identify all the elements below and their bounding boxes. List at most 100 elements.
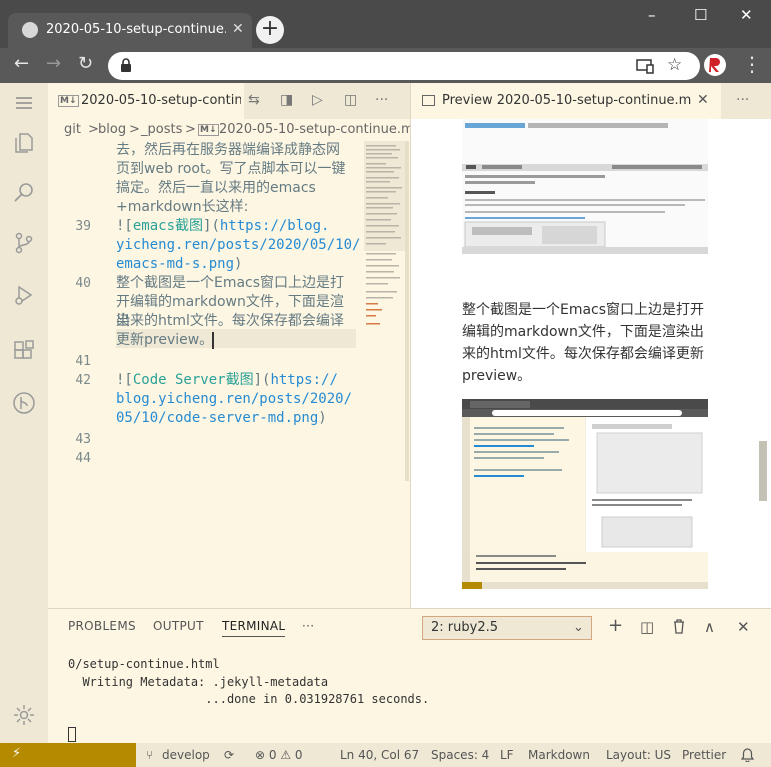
code-token: yicheng.ren/posts/2020/05/10/: [116, 237, 361, 253]
open-changes-icon[interactable]: ⇆: [248, 92, 266, 110]
git-branch-status[interactable]: develop: [162, 748, 210, 762]
breadcrumb: git > blog > _posts > M↓ 2020-05-10-setu…: [48, 119, 410, 141]
forward-button[interactable]: →: [46, 53, 61, 74]
line-number: 43: [75, 432, 91, 447]
breadcrumb-item[interactable]: 2020-05-10-setup-continue.md: [219, 122, 410, 137]
code-token: emacs截图: [132, 218, 204, 234]
close-window-button[interactable]: ✕: [740, 6, 753, 24]
code-token: ): [234, 256, 243, 272]
terminal-select[interactable]: 2: ruby2.5 ⌄: [422, 616, 592, 640]
minimap[interactable]: [364, 141, 406, 481]
lock-icon: [121, 58, 131, 72]
breadcrumb-separator: >: [185, 122, 196, 137]
line-text: blog.yicheng.ren/posts/2020/: [116, 390, 356, 409]
remote-indicator[interactable]: ⚡: [0, 743, 136, 767]
code-token: 去，然后再在服务器端编译成静态网: [116, 142, 340, 158]
tab-output[interactable]: OUTPUT: [153, 619, 204, 633]
markdown-preview[interactable]: 整个截图是一个Emacs窗口上边是打开编辑的markdown文件，下面是渲染出来…: [411, 119, 771, 608]
line-text: 整个截图是一个Emacs窗口上边是打: [116, 274, 356, 293]
line-number: 41: [75, 354, 91, 369]
git-graph-icon[interactable]: [12, 391, 36, 415]
code-token: 搞定。然后一直以来用的emacs: [116, 180, 316, 196]
preview-more-actions-icon[interactable]: ···: [736, 92, 749, 108]
code-area[interactable]: 去，然后再在服务器端编译成静态网 页到web root。写了点脚本可以一键 搞定。然…: [48, 141, 410, 608]
preview-scrollbar[interactable]: [759, 441, 767, 501]
sync-icon[interactable]: ⟳: [224, 748, 234, 762]
panel-more-icon[interactable]: ···: [302, 619, 314, 633]
preview-tab-bar: Preview 2020-05-10-setup-continue.md ✕ ·…: [411, 83, 771, 119]
code-token: ](: [253, 372, 271, 388]
menu-icon[interactable]: [12, 91, 36, 115]
browser-toolbar: ← → ↻ ☆ ⋮: [0, 48, 771, 83]
bell-icon[interactable]: [741, 748, 754, 762]
code-token: emacs-md-s.png: [116, 256, 235, 272]
extension-icon[interactable]: [703, 53, 727, 77]
breadcrumb-item[interactable]: git: [64, 122, 81, 137]
breadcrumb-item[interactable]: blog: [98, 122, 126, 137]
split-editor-icon[interactable]: ◫: [344, 92, 362, 110]
preview-editor-group: Preview 2020-05-10-setup-continue.md ✕ ·…: [411, 83, 771, 608]
code-token: 更新preview。: [116, 332, 214, 348]
browser-tab[interactable]: 2020-05-10-setup-continue.md ✕: [8, 13, 252, 48]
source-control-icon[interactable]: [12, 231, 36, 255]
code-token: https://: [270, 372, 338, 388]
explorer-icon[interactable]: [12, 131, 36, 155]
maximize-panel-icon[interactable]: ∧: [704, 618, 715, 636]
text-cursor: [212, 332, 214, 349]
problems-status[interactable]: ⊗ 0 ⚠ 0: [255, 748, 303, 762]
terminal-cursor[interactable]: [68, 727, 76, 742]
minimize-button[interactable]: –: [648, 6, 656, 24]
cast-icon[interactable]: [636, 58, 654, 74]
search-icon[interactable]: [12, 181, 36, 205]
cursor-position-status[interactable]: Ln 40, Col 67: [340, 748, 419, 762]
extensions-icon[interactable]: [12, 339, 36, 363]
editor-tab[interactable]: M↓ 2020-05-10-setup-continue.md: [48, 83, 244, 119]
line-text: ![emacs截图](https://blog.: [116, 217, 356, 236]
close-panel-icon[interactable]: ✕: [737, 618, 750, 636]
activity-bar: [0, 83, 48, 743]
close-preview-tab-icon[interactable]: ✕: [697, 92, 709, 108]
more-actions-icon[interactable]: ···: [375, 92, 393, 110]
indentation-status[interactable]: Spaces: 4: [431, 748, 489, 762]
breadcrumb-item[interactable]: _posts: [141, 122, 182, 137]
tab-terminal[interactable]: TERMINAL: [222, 619, 286, 637]
maximize-button[interactable]: ☐: [694, 6, 707, 24]
new-terminal-icon[interactable]: +: [608, 615, 623, 636]
editor-tab-bar: M↓ 2020-05-10-setup-continue.md ⇆ ◨ ▷ ◫ …: [48, 83, 410, 119]
eol-status[interactable]: LF: [500, 748, 514, 762]
preview-tab[interactable]: Preview 2020-05-10-setup-continue.md ✕: [411, 83, 721, 119]
address-bar[interactable]: ☆: [108, 52, 700, 80]
code-token: 整个截图是一个Emacs窗口上边是打: [116, 275, 345, 291]
tab-problems[interactable]: PROBLEMS: [68, 619, 136, 633]
reload-button[interactable]: ↻: [78, 53, 93, 74]
terminal-line: 0/setup-continue.html: [68, 657, 220, 671]
markdown-icon: M↓: [58, 95, 79, 107]
emacs-screenshot-image: [462, 119, 708, 254]
trash-icon[interactable]: [672, 618, 686, 634]
language-mode-status[interactable]: Markdown: [528, 748, 590, 762]
code-token: ](: [203, 218, 220, 234]
open-preview-side-icon[interactable]: ◨: [280, 92, 298, 110]
line-text: 更新preview。: [116, 331, 356, 350]
terminal-line: Writing Metadata: .jekyll-metadata: [68, 675, 329, 689]
code-token: 页到web root。写了点脚本可以一键: [116, 161, 346, 177]
keyboard-layout-status[interactable]: Layout: US: [606, 748, 671, 762]
line-text: emacs-md-s.png): [116, 255, 356, 274]
code-token: ![: [116, 218, 133, 234]
terminal-line: ...done in 0.031928761 seconds.: [68, 692, 430, 706]
close-tab-icon[interactable]: ✕: [232, 21, 244, 37]
code-token: +markdown长这样:: [116, 199, 249, 215]
settings-gear-icon[interactable]: [12, 703, 36, 727]
breadcrumb-separator: >: [129, 122, 140, 137]
run-debug-icon[interactable]: [12, 283, 36, 307]
bookmark-star-icon[interactable]: ☆: [667, 55, 682, 75]
line-number: 39: [75, 219, 91, 234]
prettier-status[interactable]: Prettier: [682, 748, 726, 762]
back-button[interactable]: ←: [14, 53, 29, 74]
run-icon[interactable]: ▷: [312, 92, 330, 110]
new-tab-button[interactable]: +: [256, 16, 284, 44]
code-server-screenshot-image: [462, 399, 708, 589]
editor-scrollbar[interactable]: [405, 141, 409, 481]
browser-menu-icon[interactable]: ⋮: [742, 52, 762, 76]
split-terminal-icon[interactable]: ◫: [640, 618, 654, 636]
